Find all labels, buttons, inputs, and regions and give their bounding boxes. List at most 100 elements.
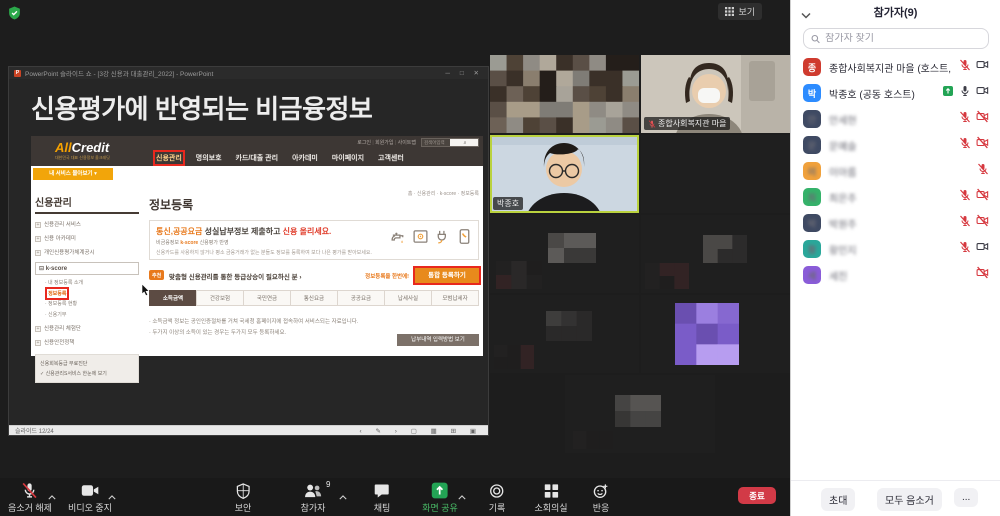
site-sidebar: 신용관리 +신용관리 서비스+신용 아카데미+개인신용평가체계공시 ⊟ k-sc… [35, 194, 139, 383]
mic-muted-icon [977, 162, 989, 180]
toolbar-participants[interactable]: 9 참가자 [301, 482, 326, 514]
camera-off-icon [976, 136, 989, 154]
participant-row[interactable]: 이 이아름 [791, 158, 1000, 184]
participant-row[interactable]: 문 문예슬 [791, 132, 1000, 158]
video-tile-dark[interactable] [565, 375, 715, 453]
toolbar-shield[interactable]: 보안 [235, 482, 252, 514]
participant-status-icons [942, 84, 989, 102]
panel-collapse-chevron-icon[interactable] [801, 6, 811, 24]
site-tab: 모범납세자 [431, 290, 479, 306]
toolbar-label: 보안 [235, 501, 252, 514]
toolbar-label: 소회의실 [534, 501, 567, 514]
mic-muted-icon [959, 136, 971, 154]
encryption-shield-icon[interactable] [8, 6, 21, 25]
video-tile-dark[interactable] [641, 295, 790, 373]
video-tile-dark[interactable] [490, 215, 639, 293]
zoom-meeting-window: 보기 P PowerPoint 슬라이드 쇼 - [3강 신용과 대출관리_20… [0, 0, 1000, 516]
participant-status-icons [959, 58, 989, 76]
utility-icons [390, 228, 473, 245]
mute-all-button[interactable]: 모두 음소거 [877, 488, 942, 511]
invite-button[interactable]: 초대 [821, 488, 855, 511]
avatar: 황 [803, 240, 821, 258]
participants-header: 참가자(9) [791, 0, 1000, 24]
camera-icon [976, 84, 989, 102]
toolbar-share[interactable]: 화면 공유 [422, 482, 458, 514]
video-tile-dark[interactable] [490, 295, 639, 373]
participant-search-input[interactable] [825, 33, 981, 44]
more-button[interactable]: ... [954, 488, 978, 507]
participant-name: 종합사회복지관 마을 (호스트, 나) [829, 60, 951, 75]
share-icon [431, 482, 450, 499]
participant-name: 문예슬 [829, 138, 951, 153]
site-tabs: 소득금액건강보험국민연금통신요금공공요금납세사실모범납세자 [149, 290, 479, 306]
camera-off-icon [976, 110, 989, 128]
avatar: 종 [803, 58, 821, 76]
site-notes: · 소득금액 정보는 공인인증절차를 거쳐 국세청 홈페이지에 접속하여 서비스… [149, 314, 358, 336]
slide-counter: 슬라이드 12/24 [15, 426, 54, 435]
video-participant-name: 박종호 [497, 198, 519, 209]
powerpoint-window: P PowerPoint 슬라이드 쇼 - [3강 신용과 대출관리_2022]… [8, 66, 489, 436]
recommend-badge: 추천 [149, 270, 164, 280]
participant-row[interactable]: 안 안세현 [791, 106, 1000, 132]
kscore-subitem: · 정보등록 현황 [45, 300, 139, 307]
video-icon [81, 482, 99, 499]
site-tab: 소득금액 [149, 290, 197, 306]
camera-off-icon [976, 188, 989, 206]
participant-search[interactable] [803, 28, 989, 49]
screen-share-icon [942, 84, 954, 102]
participant-name: 최은주 [829, 190, 951, 205]
participant-name: 박종호 (공동 호스트) [829, 86, 934, 101]
participant-status-icons [976, 266, 989, 284]
chevron-up-icon[interactable] [458, 487, 466, 505]
participant-row[interactable]: 박 박원주 [791, 210, 1000, 236]
participants-icon: 9 [304, 482, 323, 499]
view-button-label: 보기 [738, 5, 755, 18]
stove-icon [412, 228, 429, 245]
video-tile-dark[interactable] [641, 135, 790, 213]
participant-status-icons [959, 110, 989, 128]
main-stage: 보기 P PowerPoint 슬라이드 쇼 - [3강 신용과 대출관리_20… [0, 0, 790, 516]
participant-row[interactable]: 황 황민지 [791, 236, 1000, 262]
chat-icon [374, 482, 390, 499]
end-meeting-button[interactable]: 종료 [738, 487, 776, 504]
site-sidebar-item: +신용관리 체험단 [35, 324, 139, 332]
toolbar-video[interactable]: 비디오 중지 [68, 482, 112, 514]
video-tile-active-speaker[interactable]: 박종호 [490, 135, 639, 213]
participant-row[interactable]: 최 최은주 [791, 184, 1000, 210]
site-tab: 건강보험 [196, 290, 244, 306]
video-tile-pixelated[interactable] [490, 55, 639, 133]
toolbar-mic-muted[interactable]: 음소거 해제 [8, 482, 52, 514]
view-button[interactable]: 보기 [718, 3, 762, 20]
toolbar-label: 반응 [593, 501, 610, 514]
toolbar-chat[interactable]: 채팅 [374, 482, 391, 514]
promo-description: 신용카드를 사용하지 않거나 평소 금융거래가 없는 분들도 정보를 등록하여 … [156, 249, 472, 256]
avatar: 박 [803, 84, 821, 102]
site-sidebar-item: +개인신용평가체계공시 [35, 248, 139, 256]
site-nav-item: 명의보호 [196, 153, 222, 163]
reactions-icon [593, 482, 609, 499]
video-label: 박종호 [493, 197, 523, 210]
participant-name: 안세현 [829, 112, 951, 127]
site-nav-item: 카드/대출 관리 [236, 153, 279, 163]
chevron-up-icon[interactable] [48, 487, 56, 505]
participant-row[interactable]: 종 종합사회복지관 마을 (호스트, 나) [791, 54, 1000, 80]
avatar: 박 [803, 214, 821, 232]
participants-title: 참가자(9) [874, 4, 918, 20]
toolbar-record[interactable]: 기록 [489, 482, 506, 514]
chevron-up-icon[interactable] [108, 487, 116, 505]
site-utility-link: 로그인 [357, 140, 371, 146]
powerpoint-app-icon: P [14, 70, 21, 77]
toolbar-breakout[interactable]: 소회의실 [534, 482, 567, 514]
kscore-subitem: · 신용기부 [45, 311, 139, 318]
toolbar-reactions[interactable]: 반응 [593, 482, 610, 514]
toolbar-label: 음소거 해제 [8, 501, 52, 514]
video-tile-masked-woman[interactable]: 종합사회복지관 마을 [641, 55, 790, 133]
chevron-up-icon[interactable] [339, 487, 347, 505]
participant-row[interactable]: 세 세진 [791, 262, 1000, 288]
kscore-subitem: · 정보등록 [45, 290, 139, 297]
video-tile-dark[interactable] [641, 215, 790, 293]
avatar: 안 [803, 110, 821, 128]
participants-list: 종 종합사회복지관 마을 (호스트, 나) 박 박종호 (공동 호스트) 안 안… [791, 54, 1000, 288]
participant-row[interactable]: 박 박종호 (공동 호스트) [791, 80, 1000, 106]
promo-box: 통신,공공요금 성실납부정보 제출하고 신용 올리세요. 비금융정보 k-sco… [149, 220, 479, 260]
